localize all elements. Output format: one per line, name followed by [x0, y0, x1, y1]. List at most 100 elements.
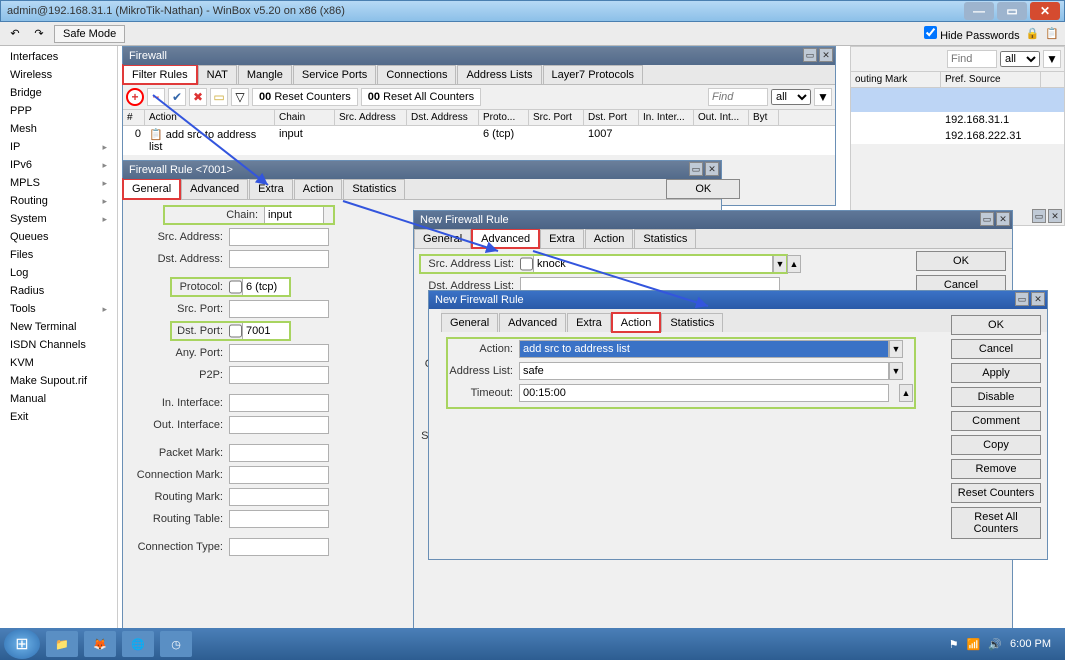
firewall-titlebar[interactable]: Firewall ▭✕	[123, 47, 835, 65]
filter-select[interactable]: all	[1000, 51, 1040, 67]
sidebar-item-new-terminal[interactable]: New Terminal	[0, 318, 117, 336]
start-button[interactable]: ⊞	[4, 629, 40, 659]
tab-statistics[interactable]: Statistics	[661, 313, 723, 332]
sidebar-item-radius[interactable]: Radius	[0, 282, 117, 300]
chevron-up-icon[interactable]: ▲	[899, 384, 913, 402]
sidebar-item-files[interactable]: Files	[0, 246, 117, 264]
tab-action[interactable]: Action	[585, 229, 634, 248]
new-rule-titlebar[interactable]: New Firewall Rule ▭✕	[414, 211, 1012, 229]
tab-action[interactable]: Action	[294, 179, 343, 199]
minimize-icon[interactable]: ▭	[1032, 209, 1046, 223]
timeout-input[interactable]	[519, 384, 889, 402]
task-chrome-icon[interactable]: 🌐	[122, 631, 154, 657]
action-select[interactable]	[519, 340, 889, 358]
table-row[interactable]: 0 📋 add src to address list input 6 (tcp…	[123, 126, 835, 155]
reset-counters-button[interactable]: Reset Counters	[951, 483, 1041, 503]
remove-icon[interactable]: −	[147, 88, 165, 106]
dst-port-input[interactable]	[242, 322, 290, 340]
p2p-input[interactable]	[229, 366, 329, 384]
close-button[interactable]: ✕	[1030, 2, 1060, 20]
tab-general[interactable]: General	[441, 313, 498, 332]
tab-layer7[interactable]: Layer7 Protocols	[543, 65, 644, 84]
protocol-input[interactable]	[242, 278, 290, 296]
src-port-input[interactable]	[229, 300, 329, 318]
tab-action[interactable]: Action	[612, 313, 661, 332]
comment-icon[interactable]: ▭	[210, 88, 228, 106]
reset-all-counters-button[interactable]: Reset All Counters	[951, 507, 1041, 539]
copy-button[interactable]: Copy	[951, 435, 1041, 455]
find-input[interactable]	[708, 88, 768, 106]
ok-button[interactable]: OK	[666, 179, 740, 199]
find-input[interactable]	[947, 50, 997, 68]
sidebar-item-queues[interactable]: Queues	[0, 228, 117, 246]
tab-extra[interactable]: Extra	[249, 179, 293, 199]
sidebar-item-ipv6[interactable]: IPv6▸	[0, 156, 117, 174]
undo-icon[interactable]: ↶	[6, 25, 24, 43]
minimize-icon[interactable]: ▭	[803, 48, 817, 62]
dst-address-input[interactable]	[229, 250, 329, 268]
tab-service-ports[interactable]: Service Ports	[293, 65, 376, 84]
sidebar-item-system[interactable]: System▸	[0, 210, 117, 228]
tab-general[interactable]: General	[414, 229, 471, 248]
sidebar-item-manual[interactable]: Manual	[0, 390, 117, 408]
minimize-button[interactable]: —	[964, 2, 994, 20]
tab-address-lists[interactable]: Address Lists	[457, 65, 541, 84]
filter-icon[interactable]: ▼	[814, 88, 832, 106]
tab-connections[interactable]: Connections	[377, 65, 456, 84]
out-interface-input[interactable]	[229, 416, 329, 434]
in-interface-input[interactable]	[229, 394, 329, 412]
minimize-icon[interactable]: ▭	[980, 212, 994, 226]
add-icon[interactable]: +	[126, 88, 144, 106]
sidebar-item-wireless[interactable]: Wireless	[0, 66, 117, 84]
sidebar-item-mesh[interactable]: Mesh	[0, 120, 117, 138]
sidebar-item-routing[interactable]: Routing▸	[0, 192, 117, 210]
comment-button[interactable]: Comment	[951, 411, 1041, 431]
sidebar-item-ppp[interactable]: PPP	[0, 102, 117, 120]
tab-filter-rules[interactable]: Filter Rules	[123, 65, 197, 84]
tray-volume-icon[interactable]: 🔊	[988, 638, 1002, 651]
sidebar-item-exit[interactable]: Exit	[0, 408, 117, 426]
task-explorer-icon[interactable]: 📁	[46, 631, 78, 657]
minimize-icon[interactable]: ▭	[1015, 292, 1029, 306]
connection-type-input[interactable]	[229, 538, 329, 556]
lock-icon[interactable]: 🔒	[1026, 27, 1040, 40]
disable-button[interactable]: Disable	[951, 387, 1041, 407]
tab-extra[interactable]: Extra	[540, 229, 584, 248]
sidebar-item-bridge[interactable]: Bridge	[0, 84, 117, 102]
sidebar-item-kvm[interactable]: KVM	[0, 354, 117, 372]
routing-table-input[interactable]	[229, 510, 329, 528]
dropdown-icon[interactable]: ▼	[889, 340, 903, 358]
sidebar-item-mpls[interactable]: MPLS▸	[0, 174, 117, 192]
any-port-input[interactable]	[229, 344, 329, 362]
filter-icon[interactable]: ▽	[231, 88, 249, 106]
close-icon[interactable]: ✕	[1031, 292, 1045, 306]
filter-select[interactable]: all	[771, 89, 811, 105]
dropdown-icon[interactable]: ▼	[773, 255, 787, 273]
reset-all-counters-button[interactable]: 00 Reset All Counters	[361, 88, 481, 106]
close-icon[interactable]: ✕	[996, 212, 1010, 226]
src-address-input[interactable]	[229, 228, 329, 246]
task-firefox-icon[interactable]: 🦊	[84, 631, 116, 657]
tab-general[interactable]: General	[123, 179, 180, 199]
chain-input[interactable]	[264, 206, 324, 224]
sidebar-item-tools[interactable]: Tools▸	[0, 300, 117, 318]
tab-advanced[interactable]: Advanced	[181, 179, 248, 199]
tab-statistics[interactable]: Statistics	[343, 179, 405, 199]
sidebar-item-isdn[interactable]: ISDN Channels	[0, 336, 117, 354]
note-icon[interactable]: 📋	[1045, 27, 1059, 40]
tab-advanced[interactable]: Advanced	[499, 313, 566, 332]
maximize-button[interactable]: ▭	[997, 2, 1027, 20]
tray-network-icon[interactable]: 📶	[967, 638, 981, 651]
close-icon[interactable]: ✕	[705, 162, 719, 176]
address-list-input[interactable]	[519, 362, 889, 380]
minimize-icon[interactable]: ▭	[689, 162, 703, 176]
ok-button[interactable]: OK	[916, 251, 1006, 271]
tab-mangle[interactable]: Mangle	[238, 65, 292, 84]
tray-flag-icon[interactable]: ⚑	[949, 638, 959, 651]
task-app-icon[interactable]: ◷	[160, 631, 192, 657]
routing-mark-input[interactable]	[229, 488, 329, 506]
close-icon[interactable]: ✕	[1048, 209, 1062, 223]
apply-button[interactable]: Apply	[951, 363, 1041, 383]
chevron-up-icon[interactable]: ▲	[787, 255, 801, 273]
src-address-list-input[interactable]	[533, 255, 773, 273]
